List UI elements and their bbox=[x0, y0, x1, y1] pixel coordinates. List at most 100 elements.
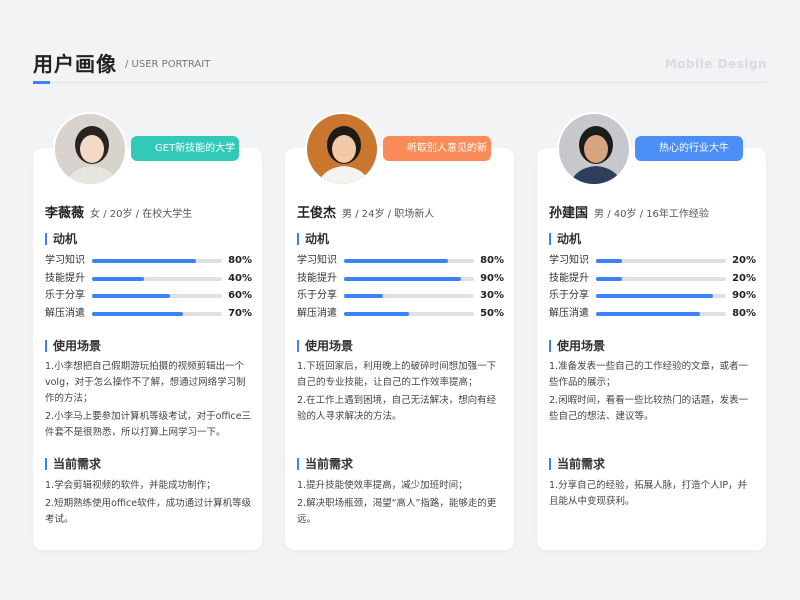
motivation-track bbox=[92, 276, 222, 281]
motivation-label: 乐于分享 bbox=[549, 290, 589, 301]
scenario-item: 2.在工作上遇到困境，自己无法解决，想向有经验的人寻求解决的方法。 bbox=[297, 395, 497, 422]
persona-meta: 男 / 40岁 / 16年工作经验 bbox=[594, 209, 709, 220]
motivation-percent: 80% bbox=[228, 255, 252, 266]
motivation-track bbox=[596, 276, 726, 281]
header-divider-accent bbox=[33, 81, 50, 84]
persona-meta: 男 / 24岁 / 职场新人 bbox=[342, 209, 435, 220]
needs-text: 1.提升技能使效率提高，减少加班时间； 2.解决职场瓶颈，渴望“高人”指路，能够走… bbox=[297, 478, 504, 530]
needs-item: 1.学会剪辑视频的软件，并能成功制作； bbox=[45, 480, 216, 491]
motivation-row: 技能提升 20% bbox=[549, 272, 756, 290]
motivation-row: 解压消遣 80% bbox=[549, 307, 756, 325]
motivation-row: 乐于分享 30% bbox=[297, 289, 504, 307]
persona-name-row: 李薇薇女 / 20岁 / 在校大学生 bbox=[45, 202, 192, 221]
motivation-row: 解压消遣 50% bbox=[297, 307, 504, 325]
motivation-fill bbox=[344, 259, 448, 263]
motivation-percent: 20% bbox=[732, 255, 756, 266]
motivation-percent: 40% bbox=[228, 272, 252, 284]
motivation-fill bbox=[596, 276, 622, 281]
section-title-motivation: 动机 bbox=[549, 232, 581, 246]
persona-avatar bbox=[53, 112, 127, 186]
motivation-fill bbox=[344, 294, 383, 298]
motivation-fill bbox=[596, 311, 700, 316]
motivation-label: 技能提升 bbox=[549, 272, 589, 284]
scenario-text: 1.小李想把自己假期游玩拍摄的视频剪辑出一个volg，对于怎么操作不了解，想通过… bbox=[45, 359, 252, 443]
motivation-row: 学习知识 80% bbox=[45, 254, 252, 272]
motivation-track bbox=[92, 311, 222, 316]
motivation-label: 乐于分享 bbox=[297, 290, 337, 301]
persona-avatar bbox=[305, 112, 379, 186]
motivation-track bbox=[596, 259, 726, 263]
motivation-label: 解压消遣 bbox=[549, 307, 589, 319]
page-header: 用户画像 / USER PORTRAIT Mobile Design bbox=[33, 48, 767, 84]
motivation-track bbox=[344, 294, 474, 298]
persona-name: 孙建国 bbox=[549, 206, 589, 221]
motivation-percent: 50% bbox=[480, 307, 504, 319]
motivation-track bbox=[344, 311, 474, 316]
section-title-scenario: 使用场景 bbox=[45, 339, 101, 353]
scenario-item: 1.下班回家后，利用晚上的破碎时间想加强一下自己的专业技能，让自己的工作效率提高… bbox=[297, 361, 497, 388]
motivation-row: 解压消遣 70% bbox=[45, 307, 252, 325]
motivation-percent: 90% bbox=[732, 290, 756, 301]
needs-text: 1.学会剪辑视频的软件，并能成功制作； 2.短期熟练使用office软件，成功通过… bbox=[45, 478, 252, 530]
motivation-track bbox=[92, 259, 222, 263]
section-title-needs: 当前需求 bbox=[549, 457, 605, 471]
persona-card: 李薇薇女 / 20岁 / 在校大学生 动机 学习知识 80% 技能提升 40% 乐于分享 60… bbox=[33, 148, 262, 550]
motivation-track bbox=[596, 311, 726, 316]
motivation-row: 乐于分享 90% bbox=[549, 289, 756, 307]
motivation-bars: 学习知识 20% 技能提升 20% 乐于分享 90% 解压消遣 80% bbox=[549, 254, 756, 324]
persona-name: 王俊杰 bbox=[297, 206, 337, 221]
scenario-text: 1.准备发表一些自己的工作经验的文章，或者一些作品的展示； 2.闲暇时间，看看一些… bbox=[549, 359, 756, 427]
motivation-percent: 80% bbox=[732, 307, 756, 319]
section-title-needs: 当前需求 bbox=[45, 457, 101, 471]
persona-tag: GET新技能的大学生 bbox=[131, 136, 239, 179]
motivation-percent: 60% bbox=[228, 290, 252, 301]
section-title-scenario: 使用场景 bbox=[297, 339, 353, 353]
motivation-label: 解压消遣 bbox=[297, 307, 337, 319]
motivation-bars: 学习知识 80% 技能提升 90% 乐于分享 30% 解压消遣 50% bbox=[297, 254, 504, 324]
motivation-fill bbox=[92, 259, 196, 263]
brand-watermark: Mobile Design bbox=[664, 57, 767, 71]
motivation-bars: 学习知识 80% 技能提升 40% 乐于分享 60% 解压消遣 70% bbox=[45, 254, 252, 324]
motivation-label: 学习知识 bbox=[45, 255, 85, 266]
persona-card: 孙建国男 / 40岁 / 16年工作经验动机学习知识 20% 技能提升 20% 乐于分享… bbox=[537, 148, 766, 550]
motivation-label: 解压消遣 bbox=[45, 307, 85, 319]
motivation-fill bbox=[92, 276, 144, 281]
motivation-percent: 30% bbox=[480, 290, 504, 301]
needs-item: 1.提升技能使效率提高，减少加班时间； bbox=[297, 480, 468, 491]
motivation-fill bbox=[596, 259, 622, 263]
motivation-percent: 80% bbox=[480, 255, 504, 266]
motivation-fill bbox=[344, 276, 461, 281]
motivation-fill bbox=[596, 294, 713, 298]
section-title-needs: 当前需求 bbox=[297, 457, 353, 471]
motivation-percent: 20% bbox=[732, 272, 756, 284]
scenario-item: 2.小李马上要参加计算机等级考试，对于office三件套不是很熟悉，所以打算上网… bbox=[45, 411, 252, 438]
page-subtitle: / USER PORTRAIT bbox=[125, 59, 211, 70]
needs-text: 1.分享自己的经验，拓展人脉，打造个人IP，并且能从中变现获利。 bbox=[549, 478, 756, 512]
motivation-percent: 70% bbox=[228, 307, 252, 319]
header-divider bbox=[33, 82, 767, 83]
motivation-row: 乐于分享 60% bbox=[45, 289, 252, 307]
section-title-scenario: 使用场景 bbox=[549, 339, 605, 353]
persona-avatar bbox=[557, 112, 631, 186]
needs-item: 2.短期熟练使用office软件，成功通过计算机等级考试。 bbox=[45, 498, 252, 525]
motivation-fill bbox=[92, 311, 183, 316]
persona-name-row: 孙建国男 / 40岁 / 16年工作经验 bbox=[549, 202, 709, 221]
motivation-label: 乐于分享 bbox=[45, 290, 85, 301]
motivation-label: 学习知识 bbox=[549, 255, 589, 266]
motivation-fill bbox=[344, 311, 409, 316]
page-title: 用户画像 bbox=[33, 52, 117, 76]
motivation-track bbox=[344, 276, 474, 281]
persona-name-row: 王俊杰男 / 24岁 / 职场新人 bbox=[297, 202, 434, 221]
scenario-text: 1.下班回家后，利用晚上的破碎时间想加强一下自己的专业技能，让自己的工作效率提高… bbox=[297, 359, 504, 427]
scenario-item: 1.小李想把自己假期游玩拍摄的视频剪辑出一个volg，对于怎么操作不了解，想通过… bbox=[45, 361, 246, 404]
motivation-row: 技能提升 40% bbox=[45, 272, 252, 290]
scenario-item: 2.闲暇时间，看看一些比较热门的话题，发表一些自己的想法、建议等。 bbox=[549, 395, 749, 422]
motivation-row: 学习知识 80% bbox=[297, 254, 504, 272]
motivation-label: 学习知识 bbox=[297, 255, 337, 266]
motivation-track bbox=[344, 259, 474, 263]
persona-card: 王俊杰男 / 24岁 / 职场新人 动机 学习知识 80% 技能提升 90% 乐于分享 30%… bbox=[285, 148, 514, 550]
motivation-label: 技能提升 bbox=[45, 272, 85, 284]
persona-tag: 听取别人意见的新人 bbox=[383, 136, 491, 179]
persona-name: 李薇薇 bbox=[45, 206, 85, 221]
motivation-label: 技能提升 bbox=[297, 272, 337, 284]
